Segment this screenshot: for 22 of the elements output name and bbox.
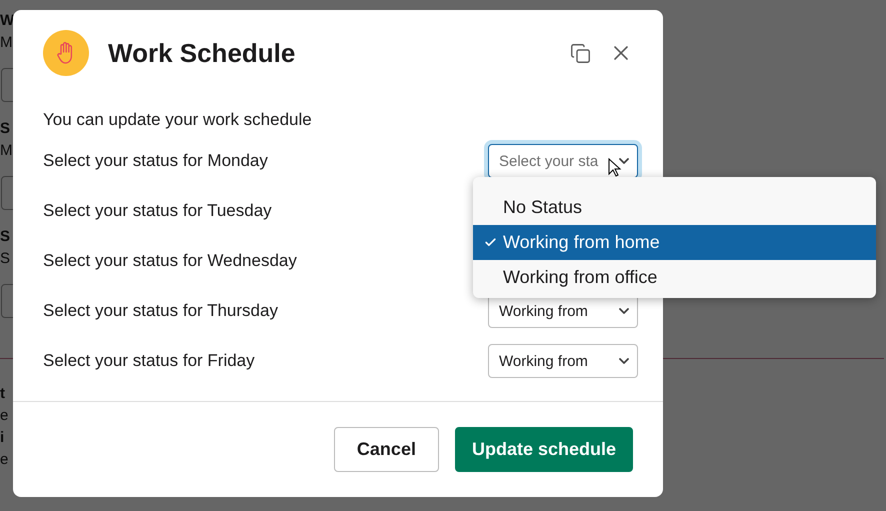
menu-option[interactable]: Working from home: [473, 225, 876, 260]
day-label: Select your status for Thursday: [43, 301, 278, 321]
background-text: M: [0, 141, 12, 161]
dialog-title: Work Schedule: [108, 38, 296, 68]
menu-option[interactable]: No Status: [473, 190, 876, 225]
background-text: M: [0, 33, 12, 53]
background-text: e: [0, 406, 8, 426]
day-label: Select your status for Friday: [43, 351, 255, 371]
background-text: S: [0, 249, 10, 269]
background-heading: S: [0, 227, 10, 247]
menu-option[interactable]: Working from office: [473, 260, 876, 295]
background-heading: i: [0, 428, 4, 448]
day-label: Select your status for Wednesday: [43, 251, 297, 271]
background-heading: t: [0, 384, 5, 404]
day-label: Select your status for Monday: [43, 151, 268, 171]
background-text: e: [0, 450, 8, 470]
status-select[interactable]: Working from: [488, 344, 638, 378]
day-label: Select your status for Tuesday: [43, 201, 272, 221]
intro-text: You can update your work schedule: [43, 110, 313, 131]
update-button[interactable]: Update schedule: [454, 427, 633, 472]
background-heading: S: [0, 119, 10, 139]
cancel-button[interactable]: Cancel: [334, 427, 439, 472]
